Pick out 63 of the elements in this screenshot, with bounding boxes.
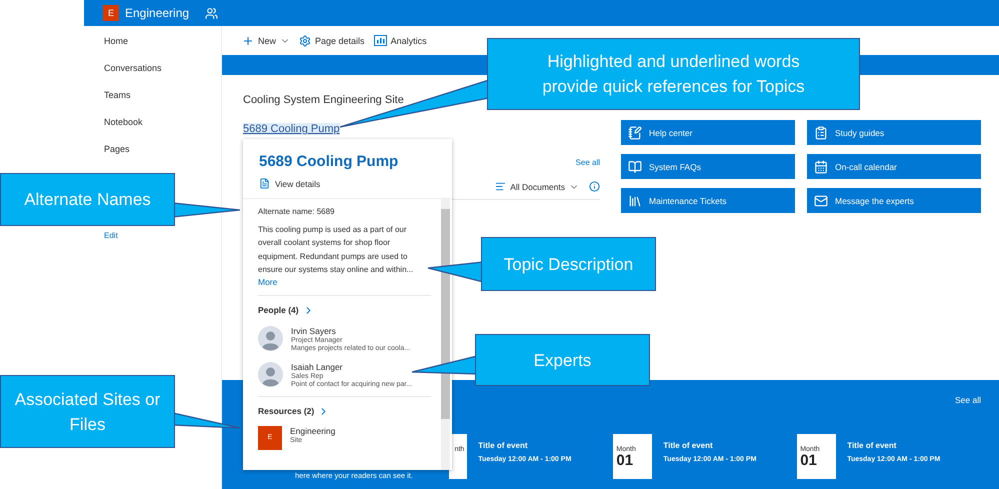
- book-icon: [628, 160, 642, 174]
- toolbar-button[interactable]: Analytics: [374, 35, 427, 46]
- callout: Alternate Names: [0, 173, 175, 226]
- event-title[interactable]: Title of event: [847, 441, 940, 450]
- settings-icon: [299, 34, 312, 46]
- quick-link[interactable]: Study guides: [807, 120, 981, 145]
- resources-heading[interactable]: Resources (2): [258, 406, 431, 416]
- quick-link[interactable]: Message the experts: [807, 188, 981, 213]
- see-all-link[interactable]: See all: [955, 395, 981, 405]
- toolbar-button[interactable]: Page details: [299, 34, 365, 46]
- notepad-pen-icon: [628, 126, 642, 140]
- event-day: 01: [616, 453, 634, 468]
- scrollbar[interactable]: [441, 199, 450, 470]
- topic-description: This cooling pump is used as a part of our overall coolant systems for shop floor equipment. Redundant pumps are used to ensure our systems stay online and within...: [258, 224, 414, 276]
- callout: Experts: [475, 334, 650, 386]
- topic-link[interactable]: 5689 Cooling Pump: [243, 123, 340, 135]
- resource-name[interactable]: Engineering: [290, 426, 336, 436]
- alternate-name: Alternate name: 5689: [258, 206, 336, 218]
- event-day: 01: [800, 453, 817, 468]
- callout-pointer: [427, 261, 484, 283]
- callout-pointer: [411, 355, 478, 375]
- callout-pointer: [172, 412, 241, 429]
- edit-link[interactable]: Edit: [104, 231, 221, 240]
- chart-icon: [374, 35, 387, 46]
- quick-link[interactable]: On-call calendar: [807, 154, 981, 179]
- scrollbar-thumb[interactable]: [441, 209, 450, 419]
- site-title: Cooling System Engineering Site: [243, 93, 405, 107]
- callout: Topic Description: [481, 237, 656, 291]
- plus-icon: [242, 34, 254, 46]
- avatar-icon: [258, 326, 283, 351]
- view-details-link[interactable]: View details: [259, 178, 436, 189]
- people-heading[interactable]: People (4): [258, 304, 431, 316]
- avatar-icon: [258, 362, 283, 387]
- books-icon: [628, 194, 642, 208]
- info-icon[interactable]: [589, 181, 600, 192]
- event-title[interactable]: Title of event: [478, 441, 572, 450]
- nav-item[interactable]: Pages: [104, 142, 221, 169]
- list-icon: [495, 181, 506, 192]
- document-icon: [259, 178, 270, 189]
- toolbar-button[interactable]: New: [242, 34, 290, 46]
- quick-link[interactable]: System FAQs: [621, 154, 795, 179]
- nav-item[interactable]: Conversations: [104, 61, 221, 88]
- see-all-link[interactable]: See all: [576, 158, 600, 167]
- people-icon[interactable]: [205, 6, 218, 20]
- more-link[interactable]: More: [258, 276, 431, 286]
- callout-pointer: [172, 202, 241, 218]
- nav-item[interactable]: Notebook: [104, 115, 221, 142]
- site-name[interactable]: Engineering: [125, 6, 190, 20]
- clipboard-icon: [814, 126, 828, 140]
- site-logo: E: [103, 5, 119, 21]
- quick-link[interactable]: Help center: [621, 120, 795, 145]
- calendar-icon: [814, 160, 828, 174]
- nav-item[interactable]: Teams: [104, 88, 221, 115]
- callout: Associated Sites or Files: [0, 375, 175, 448]
- view-selector[interactable]: All Documents: [495, 181, 579, 192]
- person-name[interactable]: Isaiah Langer: [291, 362, 412, 372]
- event-title[interactable]: Title of event: [663, 441, 756, 450]
- callout: Highlighted and underlined words provide quick references for Topics: [487, 38, 860, 110]
- mail-icon: [814, 194, 828, 208]
- quick-link[interactable]: Maintenance Tickets: [621, 188, 795, 213]
- nav-item[interactable]: Home: [104, 34, 221, 61]
- topic-title: 5689 Cooling Pump: [259, 153, 400, 170]
- person-name[interactable]: Irvin Sayers: [291, 326, 410, 336]
